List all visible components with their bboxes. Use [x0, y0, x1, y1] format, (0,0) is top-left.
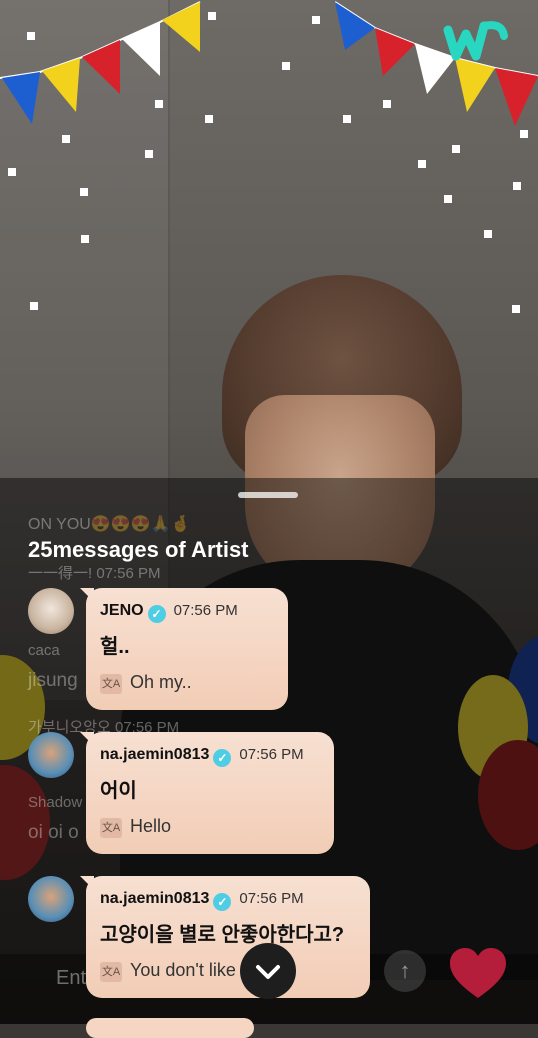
message-text: 고양이을 별로 안좋아한다고? — [100, 924, 345, 946]
bunting-left — [0, 1, 201, 124]
translate-icon: 文A — [100, 674, 122, 694]
confetti — [30, 302, 38, 310]
send-button[interactable]: ↑ — [384, 950, 426, 992]
bg-chat-line: Shadow — [28, 794, 83, 811]
message-bubble-next — [86, 1018, 254, 1038]
confetti — [343, 115, 351, 123]
confetti — [452, 145, 460, 153]
confetti — [312, 16, 320, 24]
live-video — [0, 0, 538, 1024]
message-time: 07:56 PM — [239, 746, 304, 763]
confetti — [282, 62, 290, 70]
confetti — [155, 100, 163, 108]
sender-name: JENO ✓ 07:56 PM — [100, 602, 238, 623]
translate-icon: 文A — [100, 962, 122, 982]
sheet-title: 25messages of Artist — [28, 537, 249, 562]
message-text: 어이 — [100, 780, 137, 802]
message-time: 07:56 PM — [173, 602, 238, 619]
chevron-down-icon — [256, 965, 280, 979]
confetti — [444, 195, 452, 203]
avatar[interactable] — [28, 588, 74, 634]
translate-icon: 文A — [100, 818, 122, 838]
confetti — [62, 135, 70, 143]
bg-chat-line: oi oi o — [28, 822, 79, 843]
bg-chat-line: 一一得一! 07:56 PM — [28, 565, 161, 582]
bg-chat-line: caca — [28, 642, 60, 659]
sender-name: na.jaemin0813 ✓ 07:56 PM — [100, 746, 304, 767]
verified-check-icon: ✓ — [147, 605, 166, 623]
confetti — [27, 32, 35, 40]
confetti — [80, 188, 88, 196]
weverse-logo-icon — [443, 21, 508, 61]
bg-chat-line: ON YOU😍😍😍🙏🤞 — [28, 516, 191, 533]
heart-icon[interactable] — [448, 946, 508, 1002]
confetti — [512, 305, 520, 313]
confetti — [145, 150, 153, 158]
confetti — [418, 160, 426, 168]
scroll-down-button[interactable] — [240, 943, 296, 999]
sheet-drag-handle[interactable] — [238, 492, 298, 498]
avatar[interactable] — [28, 732, 74, 778]
message-bubble[interactable]: na.jaemin0813 ✓ 07:56 PM 고양이을 별로 안좋아한다고? 文… — [86, 876, 370, 998]
translation: 文A You don't like — [100, 960, 236, 982]
confetti — [520, 130, 528, 138]
verified-check-icon: ✓ — [213, 893, 232, 911]
message-bubble[interactable]: na.jaemin0813 ✓ 07:56 PM 어이 文A Hello — [86, 732, 334, 854]
sender-name: na.jaemin0813 ✓ 07:56 PM — [100, 890, 304, 911]
confetti — [208, 12, 216, 20]
avatar[interactable] — [28, 876, 74, 922]
confetti — [513, 182, 521, 190]
arrow-up-icon: ↑ — [399, 958, 411, 983]
confetti — [8, 168, 16, 176]
confetti — [383, 100, 391, 108]
verified-check-icon: ✓ — [213, 749, 232, 767]
confetti — [484, 230, 492, 238]
message-text: 헐.. — [100, 636, 130, 658]
confetti — [81, 235, 89, 243]
translation: 文A Oh my.. — [100, 672, 192, 694]
message-bubble[interactable]: JENO ✓ 07:56 PM 헐.. 文A Oh my.. — [86, 588, 288, 710]
bg-chat-line: jisung — [28, 670, 78, 691]
confetti — [205, 115, 213, 123]
translation: 文A Hello — [100, 816, 172, 838]
message-time: 07:56 PM — [239, 890, 304, 907]
